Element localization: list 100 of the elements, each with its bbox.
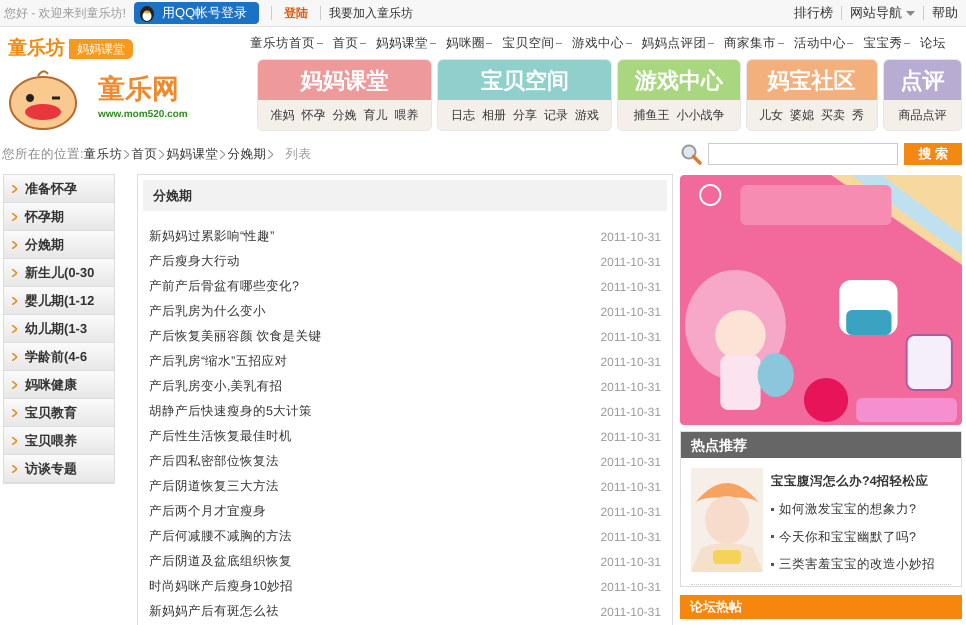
bullet-icon <box>771 563 774 566</box>
channel-link[interactable]: 分享 <box>512 106 537 124</box>
channel-link[interactable]: 记录 <box>544 106 568 124</box>
breadcrumb-link[interactable]: 童乐坊 <box>83 144 122 164</box>
nav-link[interactable]: 妈妈点评团 <box>642 34 707 52</box>
channel-link[interactable]: 日志 <box>450 106 475 124</box>
breadcrumb-link[interactable]: 妈妈课堂 <box>166 144 218 164</box>
article-link[interactable]: 时尚妈咪产后瘦身10妙招 <box>149 577 293 596</box>
top-link[interactable]: 排行榜 <box>794 3 833 23</box>
article-link[interactable]: 产后恢复美丽容颜 饮食是关键 <box>149 327 322 346</box>
list-title: 分娩期 <box>143 180 667 211</box>
channel-link[interactable]: 儿女 <box>759 106 784 124</box>
section-badge: 妈妈课堂 <box>69 39 133 60</box>
article-link[interactable]: 产后阴道恢复三大方法 <box>149 477 279 496</box>
channel-link[interactable]: 喂养 <box>394 106 419 124</box>
breadcrumb-link[interactable]: 分娩期 <box>227 144 266 164</box>
article-link[interactable]: 产前产后骨盆有哪些变化? <box>149 277 299 296</box>
chevron-icon <box>12 212 17 220</box>
article-date: 2011-10-31 <box>600 328 661 346</box>
channel-link[interactable]: 分娩 <box>332 106 357 124</box>
sidebar-item[interactable]: 怀孕期 <box>4 203 114 231</box>
channel-link[interactable]: 育儿 <box>364 106 388 124</box>
article-link[interactable]: 产后性生活恢复最佳时机 <box>149 427 292 446</box>
channel-link[interactable]: 准妈 <box>270 106 295 124</box>
article-link[interactable]: 产后乳房“缩水”五招应对 <box>149 352 288 371</box>
article-date: 2011-10-31 <box>600 578 661 596</box>
channel-link[interactable]: 怀孕 <box>302 106 326 124</box>
sidebar-item[interactable]: 访谈专题 <box>4 455 114 483</box>
nav-link[interactable]: 妈咪圈 <box>446 34 485 52</box>
article-link[interactable]: 新妈妈产后有斑怎么祛 <box>149 602 279 621</box>
article-date: 2011-10-31 <box>600 378 661 396</box>
hot-title: 热点推荐 <box>681 432 961 458</box>
sidebar-item[interactable]: 准备怀孕 <box>4 175 114 203</box>
channel-link[interactable]: 游戏 <box>574 106 599 124</box>
chevron-icon <box>12 184 17 192</box>
bullet-icon <box>771 508 774 511</box>
mascot-logo-icon <box>8 68 78 130</box>
nav-link[interactable]: 游戏中心 <box>572 34 624 52</box>
article-link[interactable]: 产后四私密部位恢复法 <box>149 452 279 471</box>
article-link[interactable]: 产后乳房为什么变小 <box>149 302 266 321</box>
article-link[interactable]: 产后何减腰不减胸的方法 <box>149 527 292 546</box>
article-date: 2011-10-31 <box>600 478 661 496</box>
channel-link[interactable]: 商品点评 <box>898 106 946 124</box>
chevron-icon <box>12 324 17 332</box>
chevron-icon <box>12 240 17 248</box>
sidebar-item[interactable]: 宝贝教育 <box>4 399 114 427</box>
article-date: 2011-10-31 <box>600 428 661 446</box>
greeting-text: 您好 - 欢迎来到童乐坊! <box>4 5 126 22</box>
nav-link[interactable]: 宝宝秀 <box>863 34 902 52</box>
channel-link[interactable]: 相册 <box>482 106 506 124</box>
chevron-icon <box>12 380 17 388</box>
hot-link[interactable]: 三类害羞宝宝的改造小妙招 <box>779 555 935 574</box>
sidebar-item[interactable]: 新生儿(0-30 <box>4 259 114 287</box>
chevron-icon <box>12 268 17 276</box>
hot-link[interactable]: 如何激发宝宝的想象力? <box>779 500 916 518</box>
site-url: www.mom520.com <box>98 108 188 122</box>
channel-link[interactable]: 秀 <box>852 106 864 124</box>
article-link[interactable]: 胡静产后快速瘦身的5大计策 <box>149 402 312 421</box>
bullet-icon <box>771 535 774 538</box>
channel-link[interactable]: 婆媳 <box>790 106 814 124</box>
article-link[interactable]: 产后阴道及盆底组织恢复 <box>149 552 292 571</box>
channel-link[interactable]: 买卖 <box>821 106 846 124</box>
sidebar-item[interactable]: 分娩期 <box>4 231 114 259</box>
hot-headline[interactable]: 宝宝腹泻怎么办?4招轻松应 <box>771 472 935 491</box>
sidebar-item[interactable]: 宝贝喂养 <box>4 427 114 455</box>
top-link[interactable]: 帮助 <box>932 3 958 23</box>
nav-link[interactable]: 妈妈课堂 <box>376 34 428 52</box>
nav-link[interactable]: 活动中心 <box>794 34 846 52</box>
article-link[interactable]: 新妈妈过累影响“性趣” <box>149 227 274 246</box>
nav-link[interactable]: 首页 <box>332 34 359 52</box>
breadcrumb-link[interactable]: 首页 <box>131 144 158 164</box>
channel-link[interactable]: 捕鱼王 <box>634 106 670 124</box>
article-link[interactable]: 产后两个月才宜瘦身 <box>149 502 266 521</box>
chevron-icon <box>12 352 17 360</box>
channel-link[interactable]: 小小战争 <box>676 106 724 124</box>
sidebar-item[interactable]: 幼儿期(1-3 <box>4 315 114 343</box>
article-date: 2011-10-31 <box>600 528 661 546</box>
nav-link[interactable]: 论坛 <box>920 34 946 52</box>
join-link[interactable]: 我要加入童乐坊 <box>329 4 414 22</box>
chevron-icon <box>12 464 17 472</box>
nav-link[interactable]: 宝贝空间 <box>502 34 554 52</box>
search-field[interactable] <box>708 143 898 165</box>
site-nav-dropdown[interactable]: 网站导航 <box>850 3 915 23</box>
hot-link[interactable]: 今天你和宝宝幽默了吗? <box>779 528 916 546</box>
article-link[interactable]: 产后乳房变小,美乳有招 <box>149 377 282 396</box>
sidebar-item[interactable]: 学龄前(4-6 <box>4 343 114 371</box>
login-link[interactable]: 登陆 <box>284 4 308 22</box>
article-link[interactable]: 产后瘦身大行动 <box>149 252 240 271</box>
article-date: 2011-10-31 <box>600 278 661 296</box>
nav-link[interactable]: 商家集市 <box>724 34 776 52</box>
qq-login-button[interactable]: 用QQ帐号登录 <box>134 2 260 24</box>
sidebar-item[interactable]: 妈咪健康 <box>4 371 114 399</box>
article-date: 2011-10-31 <box>600 404 661 420</box>
brand-logo: 童乐坊 <box>8 36 65 61</box>
chevron-icon <box>12 296 17 304</box>
caret-icon <box>906 10 915 16</box>
sidebar-item[interactable]: 婴儿期(1-12 <box>4 287 114 315</box>
article-date: 2011-10-31 <box>600 604 661 620</box>
nav-link[interactable]: 童乐坊首页 <box>250 34 315 52</box>
chevron-icon <box>159 150 164 158</box>
